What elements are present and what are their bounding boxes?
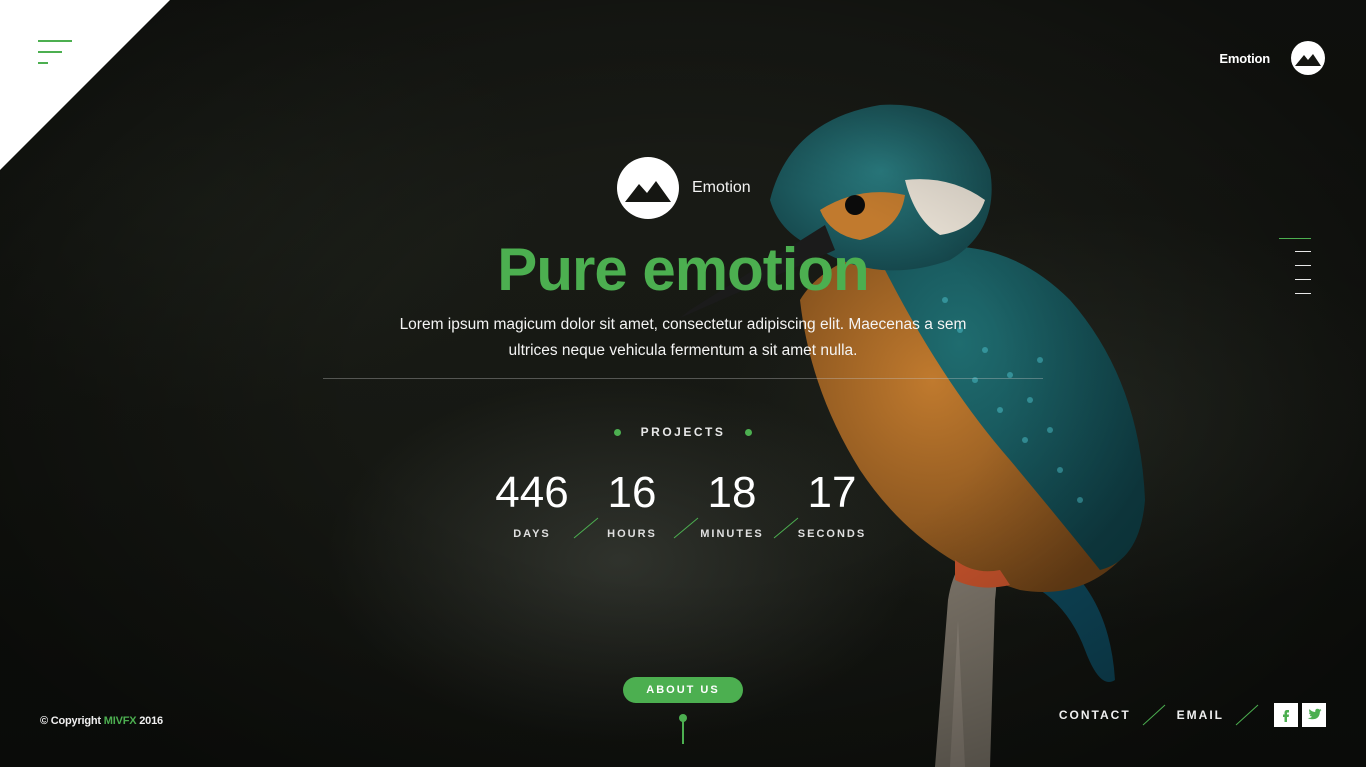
brand-name: Emotion — [1219, 50, 1270, 66]
footer-links: CONTACT EMAIL — [1059, 703, 1326, 727]
headline-bold: emotion — [642, 236, 869, 303]
email-link[interactable]: EMAIL — [1177, 708, 1224, 722]
hamburger-menu-icon[interactable] — [38, 38, 74, 68]
countdown-hours: 16 HOURS — [582, 466, 682, 540]
divider — [323, 378, 1043, 379]
twitter-icon[interactable] — [1302, 703, 1326, 727]
mountain-logo-icon — [1291, 41, 1325, 75]
mountain-logo-icon — [617, 157, 679, 219]
hero-logo: Emotion — [616, 156, 751, 220]
green-dot-icon — [745, 428, 753, 436]
about-us-button[interactable]: ABOUT US — [623, 677, 743, 703]
facebook-glyph — [1283, 710, 1289, 722]
countdown-unit: MINUTES — [700, 528, 764, 540]
copyright-year: 2016 — [139, 715, 163, 727]
countdown-seconds: 17 SECONDS — [782, 466, 882, 540]
copyright-brand-link[interactable]: MIVFX — [104, 715, 137, 727]
page-title: Pure emotion — [0, 234, 1366, 306]
countdown-minutes: 18 MINUTES — [682, 466, 782, 540]
slash-divider-icon — [1235, 704, 1259, 726]
projects-heading: PROJECTS — [0, 425, 1366, 439]
slash-divider-icon — [1142, 704, 1165, 726]
green-dot-icon — [613, 428, 621, 436]
twitter-glyph — [1307, 708, 1322, 720]
countdown-days: 446 DAYS — [482, 466, 582, 540]
countdown-timer: 446 DAYS 16 HOURS 18 MINUTES 17 SECONDS — [482, 466, 882, 556]
contact-link[interactable]: CONTACT — [1059, 708, 1131, 722]
vignette-overlay — [0, 0, 1366, 767]
hero-logo-text: Emotion — [692, 179, 751, 196]
hero-description: Lorem ipsum magicum dolor sit amet, cons… — [399, 316, 967, 359]
countdown-value: 18 — [707, 468, 757, 517]
headline-light: Pure — [497, 236, 627, 303]
countdown-unit: HOURS — [607, 528, 657, 540]
countdown-unit: DAYS — [513, 528, 551, 540]
countdown-unit: SECONDS — [797, 528, 867, 540]
projects-label: PROJECTS — [640, 425, 726, 439]
copyright-prefix: © Copyright — [40, 715, 101, 727]
corner-triangle — [0, 0, 170, 170]
countdown-value: 16 — [607, 468, 657, 517]
countdown-value: 446 — [495, 468, 569, 517]
header-brand[interactable]: Emotion — [1219, 40, 1326, 76]
countdown-value: 17 — [807, 468, 857, 517]
facebook-icon[interactable] — [1274, 703, 1298, 727]
copyright-text: © Copyright MIVFX 2016 — [40, 715, 163, 727]
scroll-indicator-line — [682, 716, 684, 744]
